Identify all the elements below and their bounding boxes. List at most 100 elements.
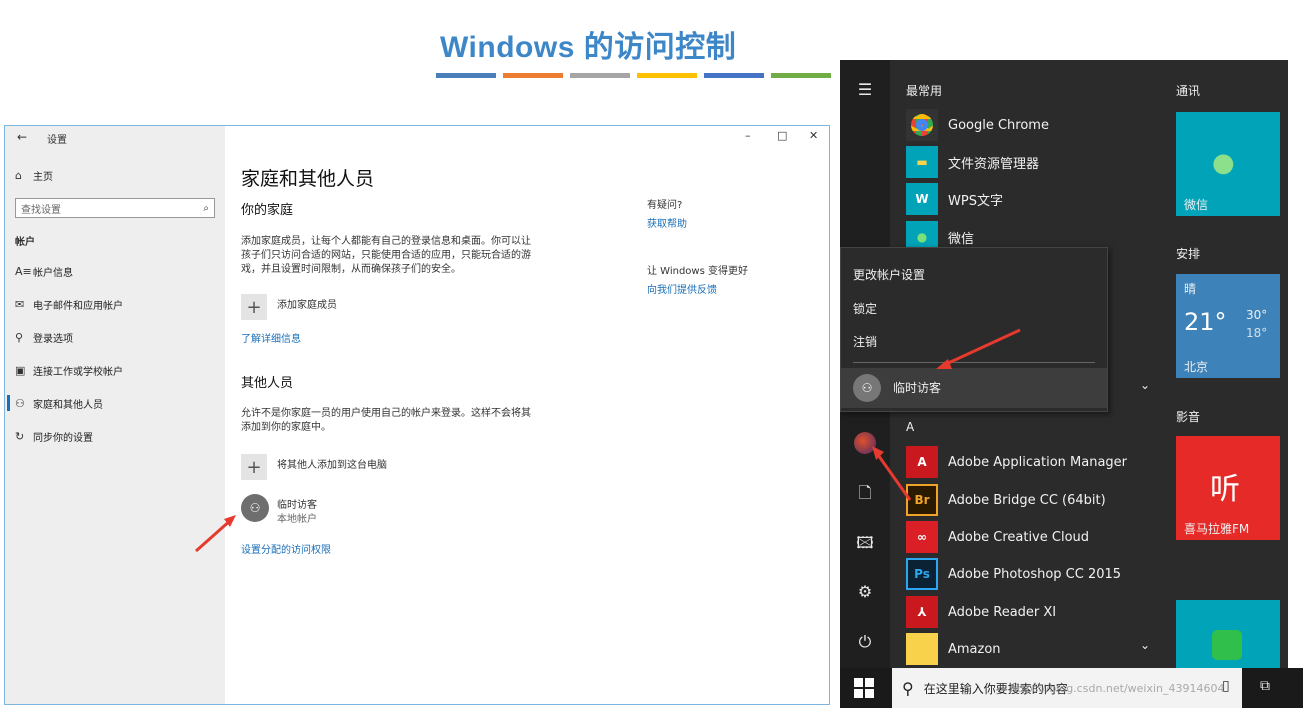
title-bar-5 [704, 73, 764, 78]
home-icon: ⌂ [15, 168, 22, 182]
sync-icon: ↻ [15, 429, 25, 443]
tile-wechat-label: 微信 [1184, 198, 1209, 212]
wps-icon: W [906, 183, 938, 215]
app-adobe-bridge[interactable]: Br Adobe Bridge CC (64bit) [906, 483, 1106, 517]
sidebar-item-work[interactable]: ▣ 连接工作或学校帐户 [15, 359, 215, 381]
chevron-down-icon[interactable]: ⌄ [1140, 638, 1150, 652]
sidebar-item-email[interactable]: ✉ 电子邮件和应用帐户 [15, 293, 215, 315]
sidebar-item-account-info[interactable]: A≡ 帐户信息 [15, 260, 215, 282]
tile-ximalaya-label: 喜马拉雅FM [1184, 522, 1250, 536]
close-button[interactable]: ✕ [809, 129, 818, 142]
add-family-button[interactable]: + [241, 294, 267, 320]
tile-ximalaya[interactable]: 听 喜马拉雅FM [1176, 436, 1280, 540]
ctx-user-name[interactable]: 临时访客 [893, 379, 941, 396]
sidebar-item-sync[interactable]: ↻ 同步你的设置 [15, 425, 215, 447]
minimize-button[interactable]: – [745, 129, 751, 142]
annotation-arrow-left [195, 515, 236, 553]
family-desc-1: 添加家庭成员，让每个人都能有自己的登录信息和桌面。你可以让 [241, 236, 531, 247]
taskbar: ⚲ 在这里输入你要搜索的内容 https://blog.csdn.net/wei… [840, 668, 1303, 708]
green-app-icon [1212, 630, 1242, 660]
app-wps[interactable]: W WPS文字 [906, 182, 1003, 216]
group-comm: 通讯 [1176, 84, 1201, 98]
app-chrome[interactable]: Google Chrome [906, 108, 1049, 142]
csdn-watermark: https://blog.csdn.net/weixin_43914604 [1010, 682, 1225, 695]
app-amazon[interactable]: Amazon [906, 632, 1001, 666]
folder-icon: ▬ [906, 146, 938, 178]
search-icon: ⚲ [902, 678, 914, 698]
start-menu: ☰ 🗋 🖾 ⚙ ⏻ 最常用 Google Chrome ▬ 文件资源管理器 W WP… [840, 60, 1288, 708]
weather-low: 18° [1246, 326, 1268, 340]
get-help-link[interactable]: 获取帮助 [647, 215, 687, 230]
family-desc-2: 孩子们只访问合适的网站，只能使用合适的应用，只能玩合适的游 [241, 250, 531, 261]
sidebar-selected-marker [7, 395, 10, 411]
picture-icon[interactable]: 🖾 [840, 532, 890, 559]
others-desc-1: 允许不是你家庭一员的用户使用自己的帐户来登录。这样不会将其 [241, 408, 531, 419]
plus-icon: + [246, 296, 262, 318]
group-arrange: 安排 [1176, 247, 1201, 261]
title-bar-4 [637, 73, 697, 78]
sidebar-home[interactable]: ⌂ 主页 [15, 164, 215, 186]
chevron-down-icon[interactable]: ⌄ [1140, 378, 1150, 392]
maximize-button[interactable]: □ [777, 129, 787, 142]
creative-cloud-icon: ∞ [906, 521, 938, 553]
user-name[interactable]: 临时访客 [277, 496, 317, 511]
briefcase-icon: ▣ [15, 363, 26, 377]
family-title: 你的家庭 [241, 203, 294, 218]
user-type: 本地帐户 [277, 514, 317, 525]
most-used-header: 最常用 [906, 84, 943, 98]
app-explorer[interactable]: ▬ 文件资源管理器 [906, 145, 1039, 179]
sidebar-item-signin[interactable]: ⚲ 登录选项 [15, 326, 215, 348]
user-icon: ⚇ [249, 501, 261, 515]
ctx-change-settings[interactable]: 更改帐户设置 [853, 266, 925, 283]
add-other-label[interactable]: 将其他人添加到这台电脑 [277, 456, 387, 471]
others-title: 其他人员 [241, 376, 294, 391]
weather-temp: 21° [1184, 308, 1227, 336]
others-desc-2: 添加到你的家庭中。 [241, 422, 331, 433]
title-bar-1 [436, 73, 496, 78]
app-adobe-manager[interactable]: A Adobe Application Manager [906, 445, 1127, 479]
letter-header-a[interactable]: A [906, 420, 914, 434]
settings-gear-icon[interactable]: ⚙ [840, 582, 890, 601]
settings-sidebar: ← 设置 ⌂ 主页 查找设置 ⌕ 帐户 A≡ 帐户信息 ✉ 电子邮件和应用帐户 ⚲ 登… [5, 126, 225, 704]
settings-main: – □ ✕ 家庭和其他人员 你的家庭 添加家庭成员，让每个人都能有自己的登录信息… [225, 126, 829, 704]
app-photoshop[interactable]: Ps Adobe Photoshop CC 2015 [906, 557, 1121, 591]
ximalaya-logo: 听 [1210, 472, 1240, 507]
title-bar-6 [771, 73, 831, 78]
page-title: 家庭和其他人员 [241, 168, 375, 190]
help-question: 有疑问? [647, 200, 683, 211]
sidebar-item-family[interactable]: ⚇ 家庭和其他人员 [15, 392, 215, 414]
ctx-user-avatar: ⚇ [853, 374, 881, 402]
weather-city: 北京 [1184, 360, 1209, 374]
windows-start-icon[interactable] [854, 678, 874, 698]
back-icon[interactable]: ← [17, 130, 27, 144]
settings-window: ← 设置 ⌂ 主页 查找设置 ⌕ 帐户 A≡ 帐户信息 ✉ 电子邮件和应用帐户 ⚲ 登… [4, 125, 830, 705]
hamburger-icon[interactable]: ☰ [840, 80, 890, 99]
search-icon: ⌕ [203, 202, 209, 214]
search-input[interactable]: 查找设置 [21, 201, 61, 216]
add-family-label[interactable]: 添加家庭成员 [277, 296, 337, 311]
power-icon[interactable]: ⏻ [840, 632, 890, 652]
task-view-icon[interactable]: ⧉ [1260, 678, 1270, 694]
plus-icon: + [246, 456, 262, 478]
user-avatar[interactable]: ⚇ [241, 494, 269, 522]
ctx-signout[interactable]: 注销 [853, 333, 877, 350]
app-reader[interactable]: ⅄ Adobe Reader XI [906, 595, 1056, 629]
tile-weather[interactable]: 晴 21° 30° 18° 北京 [1176, 274, 1280, 378]
settings-search-box[interactable]: 查找设置 ⌕ [15, 198, 215, 218]
ctx-lock[interactable]: 锁定 [853, 300, 877, 317]
title-bar-3 [570, 73, 630, 78]
chrome-icon [906, 109, 938, 141]
people-icon: ⚇ [15, 396, 25, 410]
amazon-folder-icon [906, 633, 938, 665]
feedback-link[interactable]: 向我们提供反馈 [647, 281, 717, 296]
add-other-button[interactable]: + [241, 454, 267, 480]
weather-condition: 晴 [1184, 282, 1197, 296]
tile-wechat[interactable]: ● 微信 [1176, 112, 1280, 216]
app-creative-cloud[interactable]: ∞ Adobe Creative Cloud [906, 520, 1089, 554]
mic-icon[interactable]: ▯ [1222, 678, 1230, 694]
learn-more-link[interactable]: 了解详细信息 [241, 330, 301, 345]
assigned-access-link[interactable]: 设置分配的访问权限 [241, 541, 331, 556]
photoshop-icon: Ps [906, 558, 938, 590]
title-bar-2 [503, 73, 563, 78]
window-title: 设置 [47, 135, 67, 146]
